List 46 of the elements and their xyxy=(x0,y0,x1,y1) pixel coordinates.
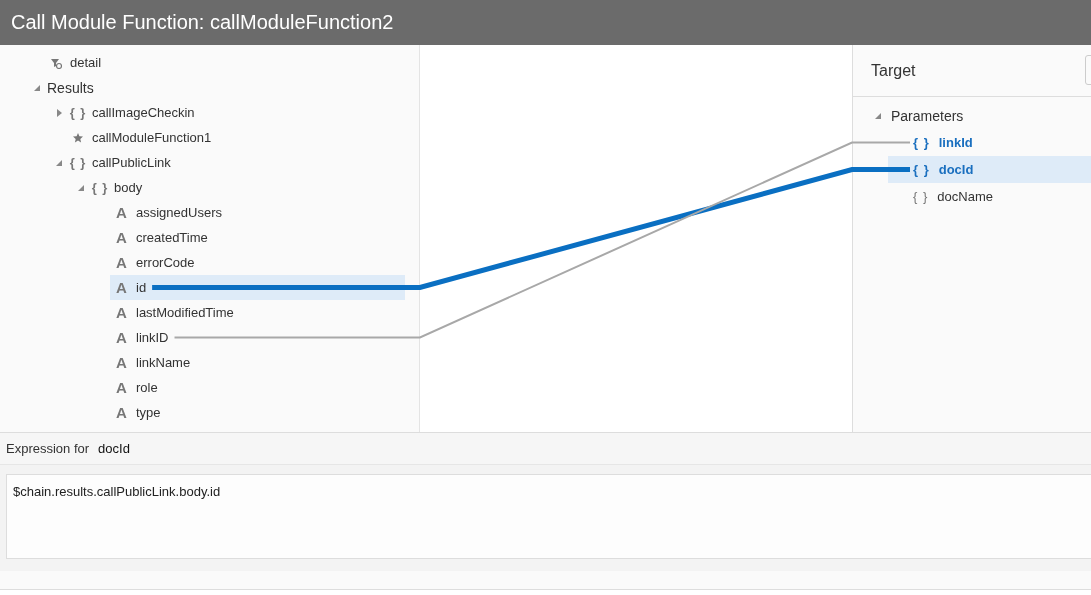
tree-item-label[interactable]: role xyxy=(136,380,158,395)
expanded-arrow-icon[interactable] xyxy=(77,183,85,192)
letter-a-icon: A xyxy=(116,204,128,221)
braces-icon: { } xyxy=(913,135,930,150)
letter-a-icon: A xyxy=(116,354,128,371)
letter-a-icon: A xyxy=(116,404,128,421)
collapsed-arrow-icon[interactable] xyxy=(55,108,63,117)
parameter-label[interactable]: linkId xyxy=(938,135,973,150)
tree-item-label[interactable]: id xyxy=(136,280,147,295)
panel-title: Target xyxy=(871,61,916,80)
tree-item-label[interactable]: linkName xyxy=(136,355,191,370)
tree-item-label[interactable]: detail xyxy=(70,55,102,70)
expanded-arrow-icon[interactable] xyxy=(874,111,882,120)
braces-icon: { } xyxy=(913,189,929,204)
expression-label: Expression for xyxy=(6,441,90,456)
expanded-arrow-icon[interactable] xyxy=(33,83,41,92)
tree-item-label[interactable]: assignedUsers xyxy=(136,205,222,220)
parameter-label[interactable]: docName xyxy=(937,189,993,204)
letter-a-icon: A xyxy=(116,254,128,271)
tree-item-label[interactable]: lastModifiedTime xyxy=(136,305,234,320)
tree-item-label[interactable]: callImageCheckin xyxy=(92,105,195,120)
expression-field[interactable]: $chain.results.callPublicLink.body.id xyxy=(6,474,1091,559)
letter-a-icon: A xyxy=(116,329,128,346)
tree-item-label[interactable]: callModuleFunction1 xyxy=(92,130,212,145)
star-icon xyxy=(72,131,84,144)
braces-icon: { } xyxy=(91,180,109,195)
tree-item-label[interactable]: Results xyxy=(47,79,94,96)
braces-icon: { } xyxy=(913,162,930,177)
tree-item-label[interactable]: type xyxy=(136,405,161,420)
expanded-arrow-icon[interactable] xyxy=(55,158,63,167)
tree-item-label[interactable]: callPublicLink xyxy=(92,155,171,170)
tree-item-label[interactable]: errorCode xyxy=(136,255,195,270)
tree-item-label[interactable]: linkID xyxy=(136,330,169,345)
parameter-label[interactable]: docId xyxy=(938,162,974,177)
braces-icon: { } xyxy=(69,105,87,120)
window-title: Call Module Function: callModuleFunction2 xyxy=(11,11,394,34)
braces-icon: { } xyxy=(69,155,87,170)
tree-item-label[interactable]: body xyxy=(114,180,143,195)
letter-a-icon: A xyxy=(116,279,128,296)
letter-a-icon: A xyxy=(116,379,128,396)
tree-item-label[interactable]: Parameters xyxy=(891,107,964,124)
expression-target: docId xyxy=(98,441,130,456)
filter-icon xyxy=(50,56,62,69)
tree-item-label[interactable]: createdTime xyxy=(136,230,208,245)
letter-a-icon: A xyxy=(116,229,128,246)
letter-a-icon: A xyxy=(116,304,128,321)
